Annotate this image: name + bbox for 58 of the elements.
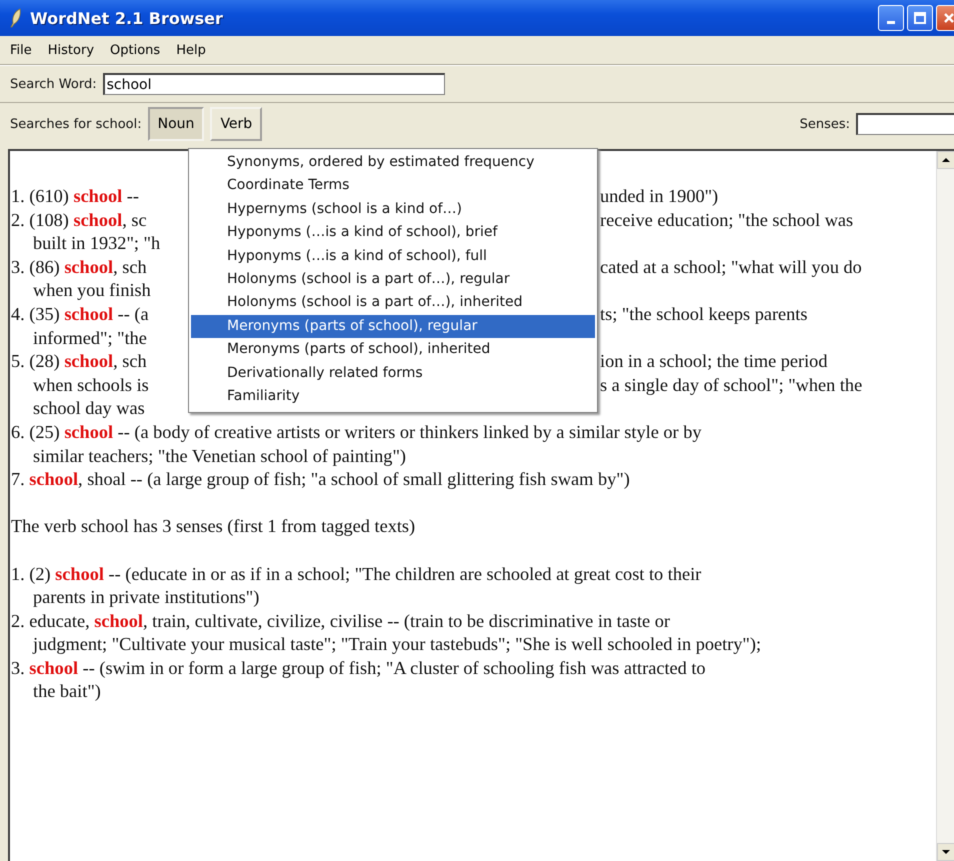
maximize-icon xyxy=(913,11,927,25)
close-icon xyxy=(942,11,954,25)
result-text: 1. (2) school -- (educate in or as if in a school; "The children are schooled at great cost to their xyxy=(11,562,702,586)
result-text: cated at a school; "what will you do xyxy=(600,256,862,279)
result-text: when schools is xyxy=(33,374,149,397)
result-text: receive education; "the school was xyxy=(600,208,854,232)
result-text: 2. (108) school, sc xyxy=(11,208,147,232)
part-of-speech-button[interactable]: Verb xyxy=(210,107,262,141)
result-text: 2. educate, school, train, cultivate, civilize, civilise -- (train to be discriminative in taste or xyxy=(11,610,670,633)
result-text: 3. school -- (swim in or form a large group of fish; "A cluster of schooling fish was attracted to xyxy=(11,656,706,680)
result-text: when you finish xyxy=(33,279,151,302)
result-text: similar teachers; "the Venetian school of painting") xyxy=(33,444,406,468)
minimize-icon xyxy=(887,20,895,24)
senses-field[interactable] xyxy=(856,113,954,135)
result-text: ion in a school; the time period xyxy=(600,350,828,374)
result-text: 3. (86) school, sch xyxy=(11,256,147,279)
menu-option[interactable]: Holonyms (school is a part of…), regular xyxy=(191,268,595,292)
search-field[interactable]: school xyxy=(102,73,445,95)
result-text: The verb school has 3 senses (first 1 from tagged texts) xyxy=(11,515,416,538)
senses-label: Senses: xyxy=(800,116,850,132)
result-text: informed"; "the xyxy=(33,326,147,350)
result-text: school day was xyxy=(33,397,145,420)
result-text: 1. (610) school -- xyxy=(11,185,139,208)
result-text: judgment; "Cultivate your musical taste"; "Train your tastebuds"; "She is well schooled in poetry"); xyxy=(33,633,762,656)
result-text: ts; "the school keeps parents xyxy=(600,302,808,326)
menu-option[interactable]: Meronyms (parts of school), inherited xyxy=(191,338,595,362)
scroll-up-icon[interactable] xyxy=(937,151,954,169)
menu-item[interactable]: File xyxy=(10,42,32,58)
result-text: s a single day of school"; "when the xyxy=(600,374,862,397)
menu-option[interactable]: Meronyms (parts of school), regular xyxy=(191,314,595,338)
result-text: 7. school, shoal -- (a large group of fish; "a school of small glittering fish swam by") xyxy=(11,468,630,492)
result-text: the bait") xyxy=(33,680,101,704)
menu-option[interactable]: Synonyms, ordered by estimated frequency xyxy=(191,151,595,174)
menu-option[interactable]: Hyponyms (…is a kind of school), full xyxy=(191,244,595,268)
scrollbar[interactable] xyxy=(936,151,954,861)
menu-item[interactable]: Help xyxy=(176,42,206,58)
minimize-button[interactable] xyxy=(878,5,904,31)
menu-option[interactable]: Familiarity xyxy=(191,384,595,408)
menu-option[interactable]: Holonyms (school is a part of…), inherited xyxy=(191,291,595,315)
result-text: 4. (35) school -- (a xyxy=(11,302,149,326)
window-title: WordNet 2.1 Browser xyxy=(30,8,223,28)
feather-icon xyxy=(10,8,22,28)
result-text: 5. (28) school, sch xyxy=(11,350,147,374)
part-of-speech-button[interactable]: Noun xyxy=(148,107,204,141)
menu-item[interactable]: History xyxy=(48,42,94,58)
result-text: 6. (25) school -- (a body of creative artists or writers or thinkers linked by a similar style or by xyxy=(11,420,702,444)
searches-label: Searches for school: xyxy=(10,116,142,132)
scroll-down-icon[interactable] xyxy=(937,843,954,861)
menu-option[interactable]: Hyponyms (…is a kind of school), brief xyxy=(191,221,595,245)
menu-option[interactable]: Derivationally related forms xyxy=(191,362,595,385)
search-label: Search Word: xyxy=(10,76,97,92)
maximize-button[interactable] xyxy=(907,5,933,31)
menu-option[interactable]: Coordinate Terms xyxy=(191,174,595,198)
menu-option[interactable]: Hypernyms (school is a kind of…) xyxy=(191,198,595,222)
result-text: unded in 1900") xyxy=(600,185,718,208)
menu-item[interactable]: Options xyxy=(110,42,160,58)
result-text: built in 1932"; "h xyxy=(33,232,160,256)
result-text: parents in private institutions") xyxy=(33,586,260,610)
